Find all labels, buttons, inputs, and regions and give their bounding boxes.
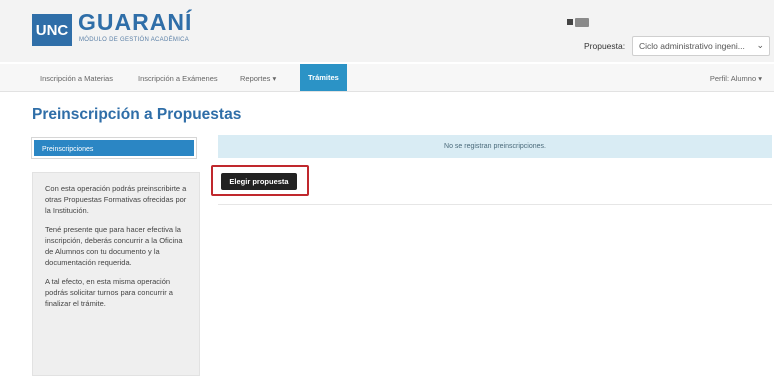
propuesta-label: Propuesta: — [584, 41, 626, 51]
sidebar-item-preinscripciones[interactable]: Preinscripciones — [31, 137, 197, 159]
propuesta-select[interactable]: Ciclo administrativo ingeni... ⌄ — [632, 36, 770, 56]
nav-inscripcion-examenes[interactable]: Inscripción a Exámenes — [130, 64, 226, 92]
propuesta-select-value: Ciclo administrativo ingeni... — [639, 41, 745, 51]
elegir-propuesta-button[interactable]: Elegir propuesta — [221, 173, 297, 190]
divider — [218, 204, 772, 205]
header: UNC GUARANÍ MÓDULO DE GESTIÓN ACADÉMICA … — [0, 0, 774, 62]
empty-state-banner: No se registran preinscripciones. — [218, 135, 772, 158]
nav-inscripcion-materias[interactable]: Inscripción a Materias — [32, 64, 121, 92]
logo-mark: UNC — [35, 21, 69, 39]
app-title: GUARANÍ — [78, 9, 193, 35]
app-subtitle: MÓDULO DE GESTIÓN ACADÉMICA — [79, 37, 190, 43]
page-title: Preinscripción a Propuestas — [32, 106, 242, 123]
info-paragraph: A tal efecto, en esta misma operación po… — [45, 277, 173, 308]
main-navbar: Inscripción a Materias Inscripción a Exá… — [0, 64, 774, 92]
info-paragraph: Tené presente que para hacer efectiva la… — [45, 225, 183, 267]
perfil-menu[interactable]: Perfil: Alumno ▾ — [710, 64, 762, 92]
unc-logo: UNC — [32, 14, 72, 46]
highlight-box: Elegir propuesta — [211, 165, 309, 196]
language-icon[interactable] — [567, 17, 595, 27]
nav-reportes[interactable]: Reportes ▾ — [232, 64, 284, 92]
info-paragraph: Con esta operación podrás preinscribirte… — [45, 184, 187, 215]
nav-tramites[interactable]: Trámites — [300, 64, 347, 91]
chevron-down-icon: ⌄ — [756, 40, 764, 50]
info-panel: Con esta operación podrás preinscribirte… — [32, 172, 200, 376]
